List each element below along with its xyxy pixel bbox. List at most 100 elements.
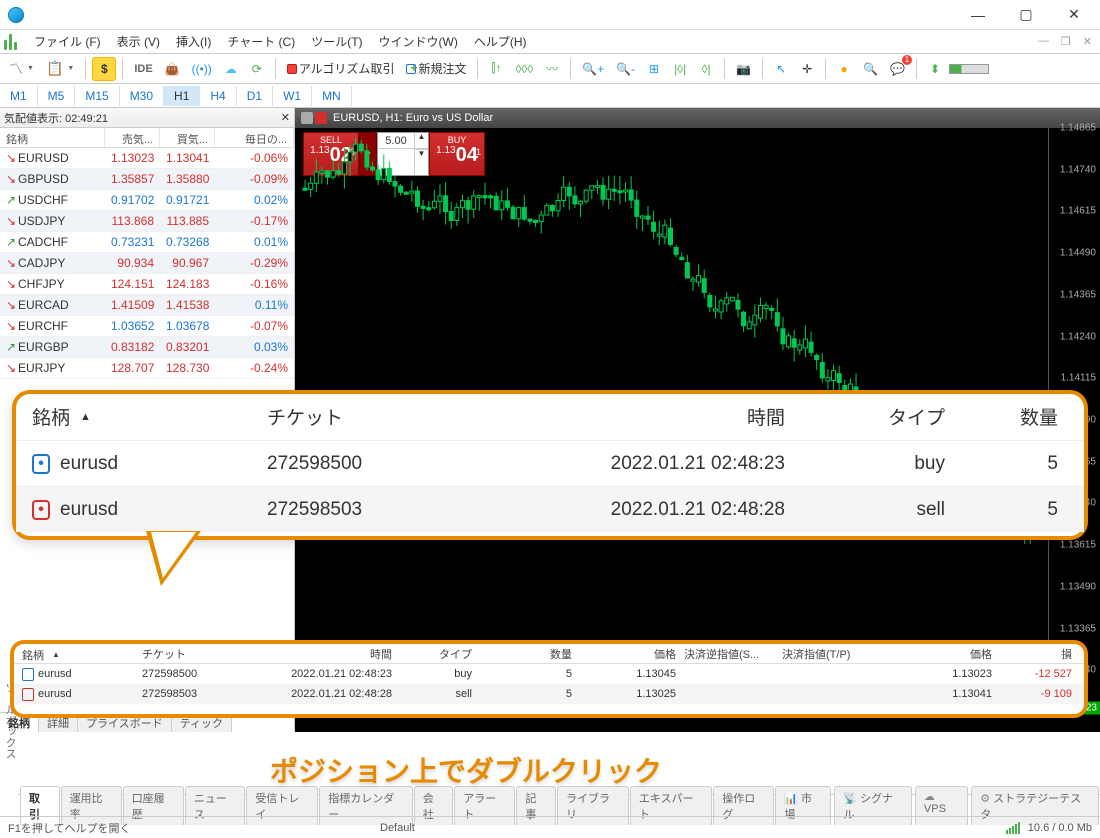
shift-button[interactable]: |◊|: [668, 57, 692, 81]
col-qty[interactable]: 数量: [961, 394, 1084, 439]
ide-button[interactable]: IDE: [129, 57, 157, 81]
col-ticket[interactable]: チケット: [251, 394, 531, 439]
scol-ticket[interactable]: チケット: [142, 646, 232, 663]
scol-tp[interactable]: 決済指値(T/P): [782, 646, 892, 663]
zoom-in-button[interactable]: 🔍+: [577, 57, 609, 81]
timeframe-MN[interactable]: MN: [312, 86, 352, 106]
market-watch-row[interactable]: ↘EURCHF1.036521.03678-0.07%: [0, 316, 294, 337]
mw-col-daily[interactable]: 毎日の...: [215, 128, 294, 147]
status-profile[interactable]: Default: [380, 822, 415, 834]
scol-price2[interactable]: 価格: [892, 646, 992, 663]
position-row[interactable]: eurusd2725985002022.01.21 02:48:23buy51.…: [14, 664, 1084, 684]
market-watch-row[interactable]: ↘EURCAD1.415091.415380.11%: [0, 295, 294, 316]
terminal-tabs: 取引運用比率口座履歴ニュース受信トレイ指標カレンダー会社アラート記事ライブラリエ…: [18, 794, 1100, 816]
trend-up-icon: ↗: [6, 193, 14, 207]
close-button[interactable]: ✕: [1056, 0, 1092, 30]
mw-col-symbol[interactable]: 銘柄: [0, 128, 105, 147]
minimize-button[interactable]: —: [960, 0, 996, 30]
position-row[interactable]: eurusd2725985032022.01.21 02:48:28sell51…: [14, 684, 1084, 704]
menu-item[interactable]: 表示 (V): [109, 31, 168, 52]
scol-loss[interactable]: 損: [992, 646, 1084, 663]
chart-flag-icon[interactable]: [315, 112, 327, 124]
search-button[interactable]: 🔍: [858, 57, 883, 81]
crosshair-button[interactable]: ✛: [795, 57, 819, 81]
chart-tile-icon[interactable]: [301, 112, 313, 124]
timeframe-M15[interactable]: M15: [75, 86, 119, 106]
col-symbol[interactable]: 銘柄▲: [16, 394, 251, 439]
refresh-button[interactable]: ⟳: [245, 57, 269, 81]
tile-button[interactable]: ⊞: [642, 57, 666, 81]
dollar-button[interactable]: $: [92, 57, 116, 81]
price-tick: 1.14740: [1060, 164, 1096, 175]
levels-button[interactable]: ⬍: [923, 57, 947, 81]
position-buy-icon: [22, 668, 34, 681]
new-order-button[interactable]: +新規注文: [401, 57, 471, 81]
market-watch-row[interactable]: ↗CADCHF0.732310.732680.01%: [0, 232, 294, 253]
scol-time[interactable]: 時間: [232, 646, 392, 663]
reports-button[interactable]: 📋▼: [41, 57, 79, 81]
mw-col-ask[interactable]: 買気...: [160, 128, 215, 147]
market-watch-row[interactable]: ↘GBPUSD1.358571.35880-0.09%: [0, 169, 294, 190]
scol-qty[interactable]: 数量: [472, 646, 572, 663]
mdi-restore-button[interactable]: ❐: [1057, 35, 1075, 48]
zoom-out-button[interactable]: 🔍-: [611, 57, 640, 81]
mdi-minimize-button[interactable]: —: [1034, 35, 1053, 48]
screenshot-button[interactable]: 📷: [731, 57, 756, 81]
menu-item[interactable]: 挿入(I): [168, 31, 219, 52]
signals-button[interactable]: ((•)): [187, 57, 217, 81]
market-watch-row[interactable]: ↘EURJPY128.707128.730-0.24%: [0, 358, 294, 379]
algo-trading-button[interactable]: アルゴリズム取引: [282, 57, 400, 81]
market-watch-row[interactable]: ↗EURGBP0.831820.832010.03%: [0, 337, 294, 358]
market-watch-row[interactable]: ↘CADJPY90.93490.967-0.29%: [0, 253, 294, 274]
trend-down-icon: ↘: [6, 256, 14, 270]
price-tick: 1.14615: [1060, 206, 1096, 217]
market-watch-close-button[interactable]: ✕: [281, 111, 290, 124]
candle-chart-button[interactable]: ◊◊◊: [510, 57, 538, 81]
market-button[interactable]: 👜: [160, 57, 185, 81]
timeframe-M30[interactable]: M30: [120, 86, 164, 106]
trend-up-icon: ↗: [6, 235, 14, 249]
line-chart-button[interactable]: 〰: [540, 57, 564, 81]
balance-icon[interactable]: ●: [832, 57, 856, 81]
market-watch-row[interactable]: ↘CHFJPY124.151124.183-0.16%: [0, 274, 294, 295]
menu-item[interactable]: チャート (C): [219, 31, 303, 52]
menu-item[interactable]: ツール(T): [303, 31, 370, 52]
menu-item[interactable]: ファイル (F): [26, 31, 109, 52]
position-row[interactable]: •eurusd2725985032022.01.21 02:48:28sell5: [16, 486, 1084, 532]
price-tick: 1.14365: [1060, 289, 1096, 300]
position-sell-icon: •: [32, 500, 50, 520]
title-bar: — ▢ ✕: [0, 0, 1100, 30]
sort-asc-icon: ▲: [52, 650, 60, 659]
scol-type[interactable]: タイプ: [392, 646, 472, 663]
scol-sl[interactable]: 決済逆指値(S...: [676, 646, 782, 663]
timeframe-D1[interactable]: D1: [237, 86, 273, 106]
timeframe-W1[interactable]: W1: [273, 86, 312, 106]
status-connection[interactable]: 10.6 / 0.0 Mb: [1028, 822, 1092, 834]
trend-down-icon: ↘: [6, 151, 14, 165]
market-watch-row[interactable]: ↗USDCHF0.917020.917210.02%: [0, 190, 294, 211]
col-type[interactable]: タイプ: [801, 394, 961, 439]
menu-item[interactable]: ウインドウ(W): [371, 31, 466, 52]
scol-price[interactable]: 価格: [572, 646, 676, 663]
timeframe-H1[interactable]: H1: [164, 86, 200, 106]
mdi-close-button[interactable]: ✕: [1079, 35, 1096, 48]
timeframe-M1[interactable]: M1: [0, 86, 38, 106]
market-watch-row[interactable]: ↘USDJPY113.868113.885-0.17%: [0, 211, 294, 232]
status-bar: F1を押してヘルプを開く Default 10.6 / 0.0 Mb: [0, 816, 1100, 838]
chart-wizard-button[interactable]: 〽▼: [4, 57, 39, 81]
autoscroll-button[interactable]: ◊|: [694, 57, 718, 81]
market-watch-row[interactable]: ↘EURUSD1.130231.13041-0.06%: [0, 148, 294, 169]
maximize-button[interactable]: ▢: [1008, 0, 1044, 30]
timeframe-M5[interactable]: M5: [38, 86, 76, 106]
position-row[interactable]: •eurusd2725985002022.01.21 02:48:23buy5: [16, 440, 1084, 486]
col-time[interactable]: 時間: [531, 394, 801, 439]
vps-button[interactable]: ☁: [219, 57, 243, 81]
bar-chart-button[interactable]: ⫿↑: [484, 57, 508, 81]
scol-symbol[interactable]: 銘柄▲: [14, 646, 142, 663]
trend-down-icon: ↘: [6, 361, 14, 375]
cursor-button[interactable]: ↖: [769, 57, 793, 81]
notification-button[interactable]: 💬: [885, 57, 910, 81]
timeframe-H4[interactable]: H4: [200, 86, 236, 106]
menu-item[interactable]: ヘルプ(H): [466, 31, 535, 52]
mw-col-bid[interactable]: 売気...: [105, 128, 160, 147]
